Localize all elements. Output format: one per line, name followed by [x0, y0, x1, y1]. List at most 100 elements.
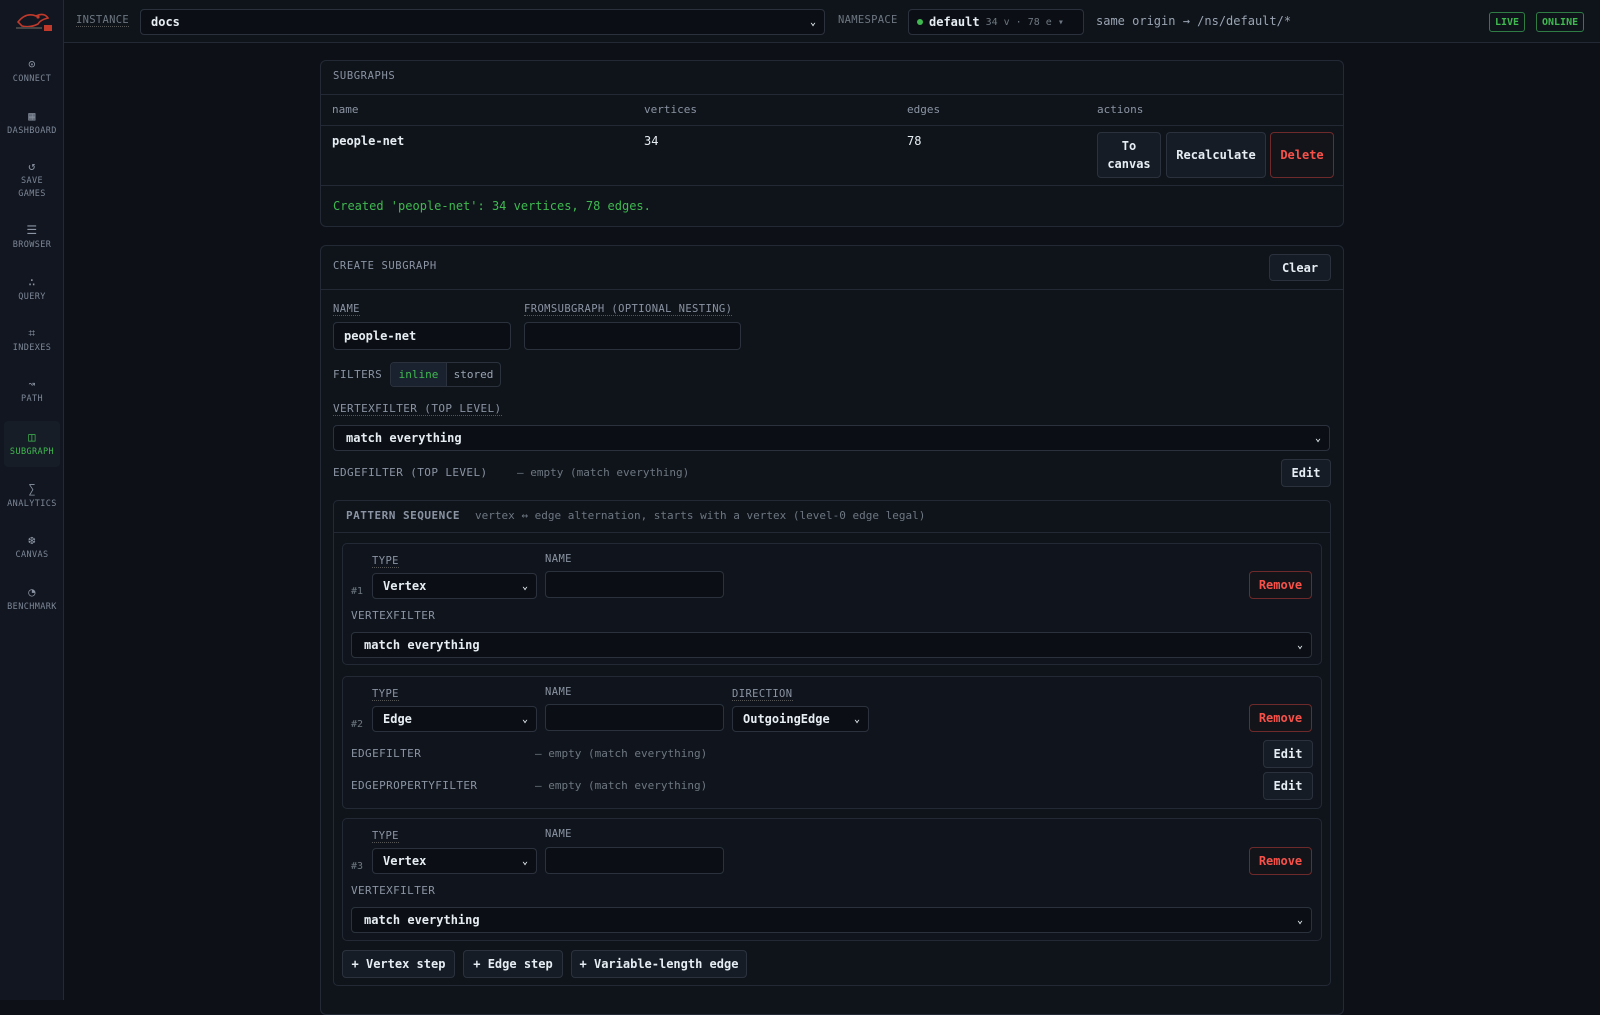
- subgraph-icon: ◫: [28, 429, 36, 444]
- step-1-type-value: Vertex: [383, 579, 427, 593]
- step-1-type-select[interactable]: Vertex ⌄: [372, 573, 537, 599]
- nav-label: INDEXES: [12, 342, 52, 353]
- type-label: TYPE: [372, 555, 399, 568]
- vertexfilter-label: VERTEXFILTER: [351, 609, 436, 622]
- step-3-name-input[interactable]: [545, 847, 724, 874]
- nav-browser[interactable]: ☰ BROWSER: [4, 214, 60, 260]
- subgraphs-panel: SUBGRAPHS name vertices edges actions pe…: [320, 60, 1344, 227]
- pattern-title: PATTERN SEQUENCE: [346, 509, 460, 522]
- connect-icon: ⊙: [28, 56, 36, 71]
- stored-toggle[interactable]: stored: [447, 363, 500, 386]
- col-edges: edges: [907, 103, 941, 116]
- status-dot-icon: [917, 19, 923, 25]
- vertexfilter-top-select[interactable]: match everything ⌄: [333, 425, 1330, 451]
- inline-toggle[interactable]: inline: [391, 363, 447, 386]
- step-2-edgepropertyfilter-edit-button[interactable]: Edit: [1263, 772, 1313, 800]
- nav-dashboard[interactable]: ▦ DASHBOARD: [4, 100, 60, 146]
- nav-canvas[interactable]: ❆ CANVAS: [4, 524, 60, 570]
- step-3-vertexfilter-value: match everything: [364, 913, 480, 927]
- nav-path[interactable]: ↝ PATH: [4, 368, 60, 414]
- type-label: TYPE: [372, 830, 399, 843]
- chevron-down-icon: ⌄: [521, 855, 528, 867]
- step-3-remove-button[interactable]: Remove: [1249, 847, 1312, 875]
- nav-label: SUBGRAPH: [9, 446, 55, 457]
- origin-text: same origin → /ns/default/*: [1096, 14, 1292, 28]
- refresh-icon: ↺: [28, 159, 36, 173]
- edgefilter-top-label: EDGEFILTER (TOP LEVEL): [333, 466, 488, 479]
- edgefilter-value: — empty (match everything): [535, 747, 708, 760]
- step-2-type-select[interactable]: Edge ⌄: [372, 706, 537, 732]
- step-2-name-input[interactable]: [545, 704, 724, 731]
- nav-subgraph[interactable]: ◫ SUBGRAPH: [4, 421, 60, 467]
- logo-icon: [15, 13, 52, 31]
- nav-label: DASHBOARD: [7, 125, 57, 136]
- online-badge: ONLINE: [1536, 12, 1585, 32]
- canvas-icon: ❆: [28, 532, 36, 547]
- instance-select[interactable]: docs ⌄: [140, 9, 825, 35]
- nav-connect[interactable]: ⊙ CONNECT: [4, 48, 60, 94]
- instance-label: INSTANCE: [76, 14, 129, 27]
- edgepropertyfilter-value: — empty (match everything): [535, 779, 708, 792]
- nav-save-games[interactable]: ↺ SAVE GAMES: [4, 152, 60, 208]
- create-title: CREATE SUBGRAPH: [333, 260, 437, 272]
- step-2-remove-button[interactable]: Remove: [1249, 704, 1312, 732]
- add-variable-length-edge-button[interactable]: + Variable-length edge: [571, 950, 747, 978]
- add-vertex-step-button[interactable]: + Vertex step: [342, 950, 455, 978]
- step-number: #1: [351, 586, 364, 597]
- col-vertices: vertices: [644, 103, 697, 116]
- dashboard-icon: ▦: [28, 108, 36, 123]
- step-1-name-input[interactable]: [545, 571, 724, 598]
- pattern-hint: vertex ↔ edge alternation, starts with a…: [475, 509, 926, 522]
- edgefilter-edit-button[interactable]: Edit: [1281, 459, 1331, 487]
- step-2-type-value: Edge: [383, 712, 412, 726]
- namespace-select[interactable]: default 34 v · 78 e ▾: [908, 9, 1084, 35]
- status-message: Created 'people-net': 34 vertices, 78 ed…: [333, 199, 651, 213]
- edgefilter-top-value: — empty (match everything): [517, 466, 690, 479]
- step-1-vertexfilter-select[interactable]: match everything ⌄: [351, 632, 1312, 658]
- nav-label: CONNECT: [12, 73, 52, 84]
- chevron-down-icon: ⌄: [521, 713, 528, 725]
- nav-analytics[interactable]: ∑ ANALYTICS: [4, 473, 60, 519]
- list-icon: ☰: [26, 222, 38, 237]
- benchmark-icon: ◔: [28, 584, 36, 599]
- namespace-value: default: [929, 15, 980, 29]
- step-3-type-select[interactable]: Vertex ⌄: [372, 848, 537, 874]
- edgepropertyfilter-label: EDGEPROPERTYFILTER: [351, 779, 478, 792]
- nav-indexes[interactable]: ⌗ INDEXES: [4, 317, 60, 363]
- nav-label: BENCHMARK: [7, 601, 57, 612]
- to-canvas-button[interactable]: To canvas: [1097, 132, 1161, 178]
- pattern-step-2: [342, 676, 1322, 809]
- step-2-edgefilter-edit-button[interactable]: Edit: [1263, 740, 1313, 768]
- fromsubgraph-input[interactable]: [524, 322, 741, 350]
- chevron-down-icon: ⌄: [853, 713, 860, 725]
- step-number: #3: [351, 861, 364, 872]
- delete-button[interactable]: Delete: [1270, 132, 1334, 178]
- add-edge-step-button[interactable]: + Edge step: [463, 950, 563, 978]
- nav-label: CANVAS: [15, 549, 49, 560]
- nav-label: PATH: [20, 393, 44, 404]
- namespace-label: NAMESPACE: [838, 14, 898, 26]
- app-logo: [0, 0, 63, 42]
- sidebar: ⊙ CONNECT ▦ DASHBOARD ↺ SAVE GAMES ☰ BROWSER…: [0, 0, 64, 1000]
- col-name: name: [332, 103, 359, 116]
- nav-query[interactable]: ∴ QUERY: [4, 266, 60, 312]
- filters-label: FILTERS: [333, 368, 383, 381]
- name-input[interactable]: people-net: [333, 322, 511, 350]
- row-vertices: 34: [644, 134, 659, 148]
- step-2-direction-value: OutgoingEdge: [743, 712, 830, 726]
- col-actions: actions: [1097, 103, 1144, 116]
- nav-label: BROWSER: [12, 239, 52, 250]
- sigma-icon: ∑: [28, 481, 36, 496]
- namespace-stats: 34 v · 78 e ▾: [985, 16, 1064, 28]
- nav-label: ANALYTICS: [7, 498, 57, 509]
- chevron-down-icon: ⌄: [809, 16, 816, 28]
- clear-button[interactable]: Clear: [1269, 254, 1331, 281]
- vertexfilter-top-label: VERTEXFILTER (TOP LEVEL): [333, 402, 502, 416]
- direction-label: DIRECTION: [732, 688, 793, 701]
- name-label: NAME: [545, 553, 572, 565]
- recalculate-button[interactable]: Recalculate: [1166, 132, 1266, 178]
- step-1-remove-button[interactable]: Remove: [1249, 571, 1312, 599]
- step-2-direction-select[interactable]: OutgoingEdge ⌄: [732, 706, 869, 732]
- step-3-vertexfilter-select[interactable]: match everything ⌄: [351, 907, 1312, 933]
- nav-benchmark[interactable]: ◔ BENCHMARK: [4, 576, 60, 622]
